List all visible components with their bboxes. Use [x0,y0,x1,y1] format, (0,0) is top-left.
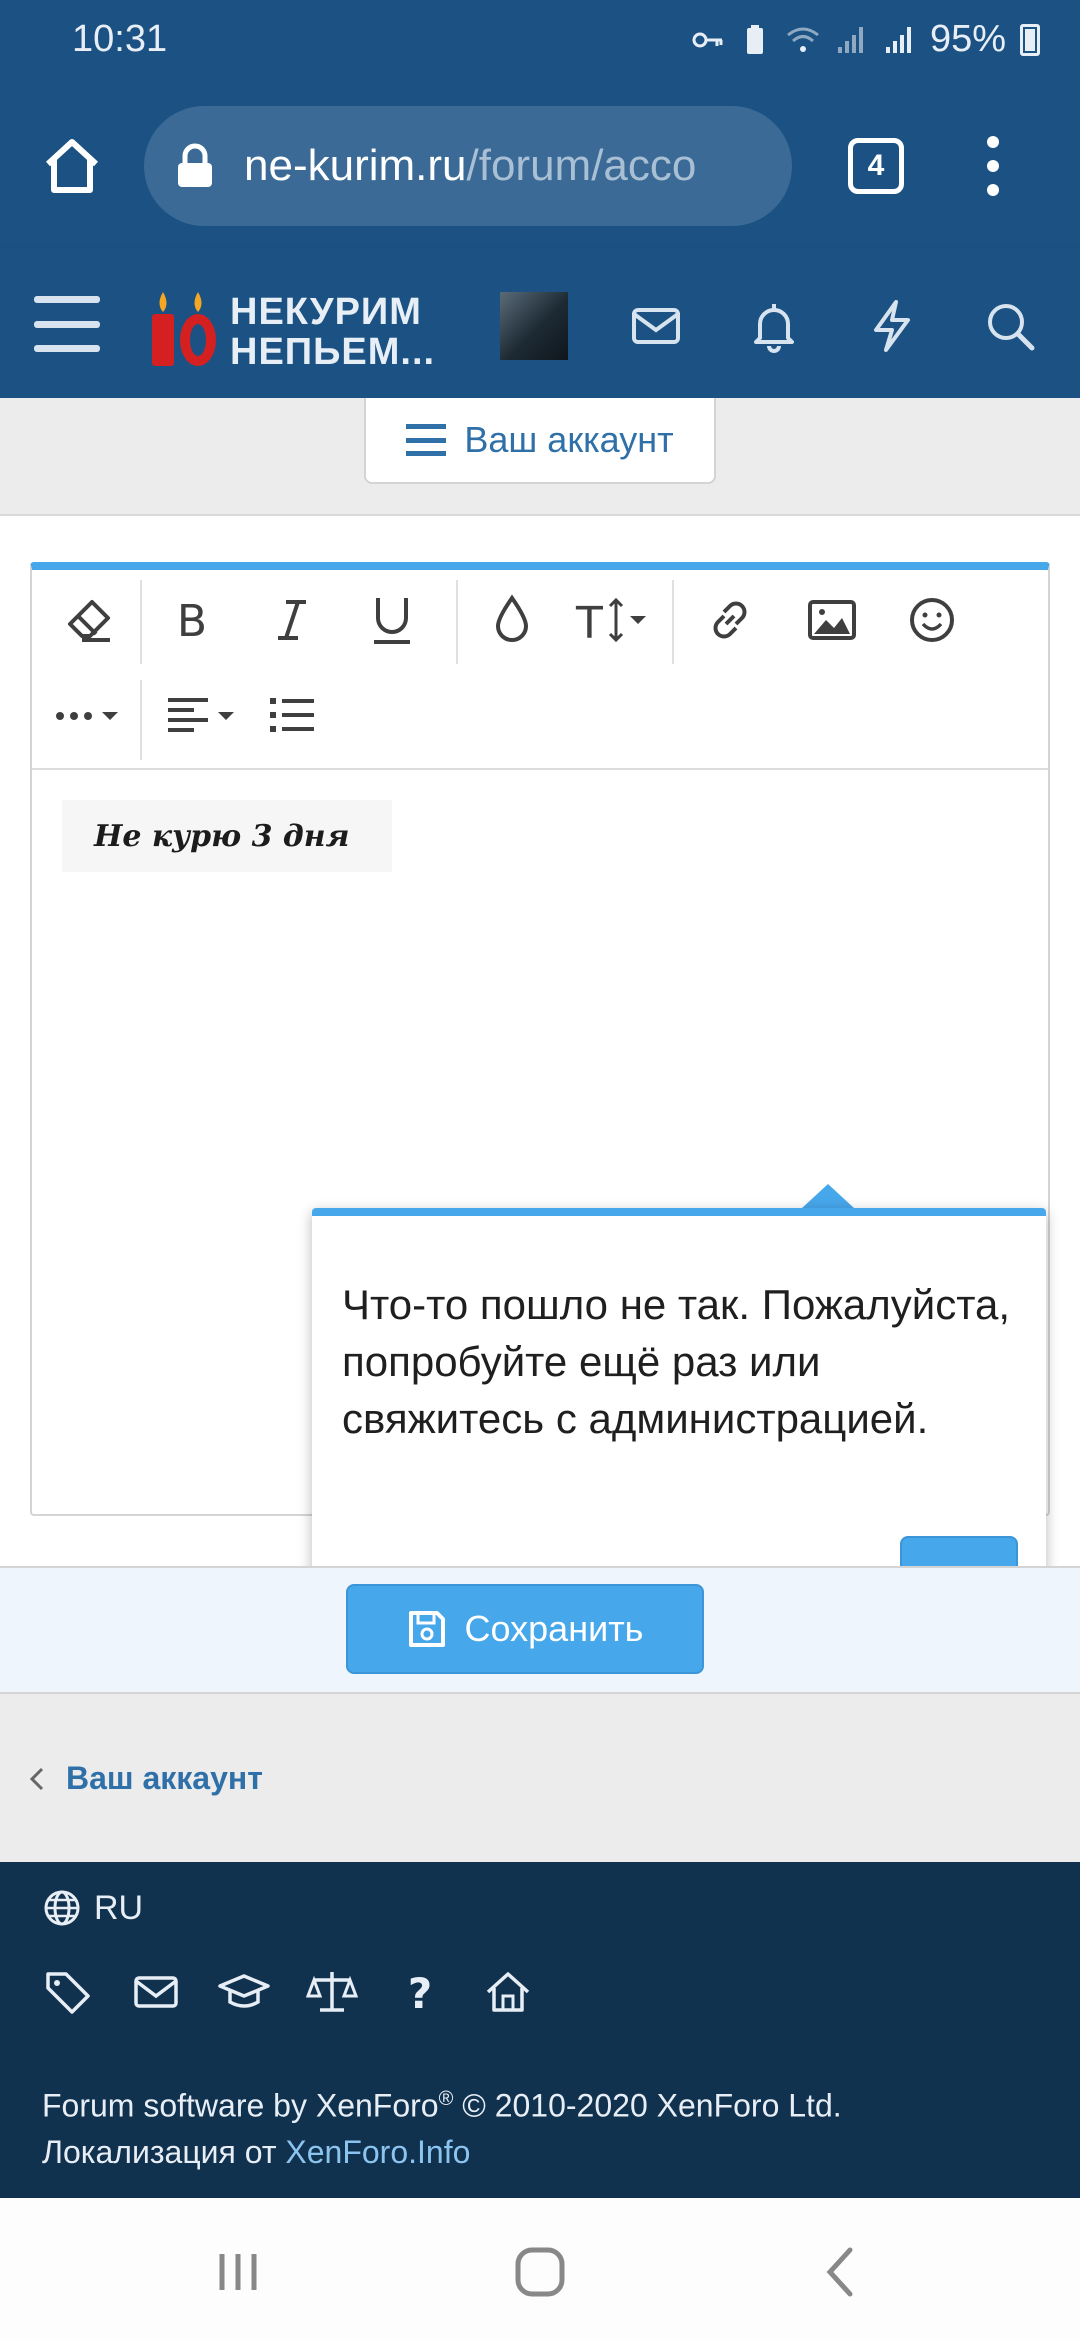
breadcrumb-label: Ваш аккаунт [66,1760,263,1796]
localization-line: Локализация от XenForo.Info [42,2129,842,2175]
wifi-icon [787,27,819,52]
chevron-left-icon [29,1767,44,1790]
site-footer: RU ? Forum software by XenForo® © 2010-2… [0,1862,1080,2198]
battery-icon [1020,23,1040,56]
back-nav-icon[interactable] [812,2242,872,2302]
signal-2-icon [885,26,911,53]
forum-header: НЕКУРИМ НЕПЬЕМ... [0,248,1080,398]
home-link-icon[interactable] [482,1966,534,2018]
localization-prefix: Локализация от [42,2133,286,2170]
user-avatar[interactable] [500,292,568,360]
bell-icon[interactable] [746,298,802,354]
language-code: RU [94,1888,144,1927]
account-nav-bar: Ваш аккаунт [0,398,1080,516]
breadcrumb-link[interactable]: Ваш аккаунт [28,1760,263,1797]
bolt-icon[interactable] [864,298,920,354]
more-options-icon[interactable] [50,684,130,744]
home-nav-icon[interactable] [510,2242,570,2302]
status-bar: 10:31 95% [0,0,1080,80]
italic-icon[interactable] [262,590,322,650]
site-logo[interactable]: НЕКУРИМ НЕПЬЕМ... [146,284,446,372]
contact-envelope-icon[interactable] [130,1966,182,2018]
url-host: ne-kurim.ru [244,141,467,190]
toolbar-separator [456,580,458,664]
toolbar-separator [140,680,142,760]
bulleted-list-icon[interactable] [262,684,322,744]
lock-icon [178,143,212,187]
url-path: /forum/acco [466,141,697,190]
system-nav-bar [0,2198,1080,2340]
status-icons: 95% [690,18,1040,61]
battery-percent: 95% [929,18,1006,60]
copyright-line: Forum software by XenForo® © 2010-2020 X… [42,2076,842,2129]
list-icon [406,424,447,456]
toolbar-separator [140,580,142,664]
recent-apps-icon[interactable] [208,2242,268,2302]
form-submit-bar: Сохранить [0,1566,1080,1694]
account-menu-label: Ваш аккаунт [464,419,674,460]
logo-line-1: НЕКУРИМ [230,291,422,333]
underline-icon[interactable] [362,590,422,650]
editor-toolbar: B T [32,570,1048,770]
browser-menu-button[interactable] [978,136,1008,196]
vpn-key-icon [692,32,723,47]
scales-icon[interactable] [306,1966,358,2018]
logo-text: НЕКУРИМ НЕПЬЕМ... [230,292,435,372]
svg-text:T: T [575,598,603,649]
popup-pointer [802,1184,854,1208]
main-content: B T Не курю 3 дня Что-то пошло не так. П… [0,516,1080,1654]
inserted-image-content: Не курю 3 дня [62,800,392,872]
link-icon[interactable] [700,590,760,650]
status-time: 10:31 [72,18,168,60]
font-size-icon[interactable]: T [572,590,662,650]
battery-saver-icon [746,24,763,54]
signal-icon [837,26,863,53]
home-icon[interactable] [40,134,104,198]
logo-line-2: НЕПЬЕМ... [230,331,436,373]
bold-icon[interactable]: B [162,590,222,650]
tab-count-button[interactable]: 4 [848,138,904,194]
align-icon[interactable] [160,684,244,744]
save-disk-icon [408,1611,445,1647]
registered-mark: ® [438,2088,454,2110]
graduation-cap-icon[interactable] [218,1966,270,2018]
hamburger-menu-icon[interactable] [34,296,100,352]
copyright-suffix: © 2010-2020 XenForo Ltd. [453,2087,842,2124]
save-button[interactable]: Сохранить [346,1584,704,1674]
footer-links: ? [42,1966,534,2018]
browser-chrome: 10:31 95% ne-kurim.ru/forum/acco 4 [0,0,1080,248]
url-text: ne-kurim.ru/forum/acco [244,141,696,191]
copyright-prefix: Forum software by XenForo [42,2087,439,2124]
search-icon[interactable] [982,298,1038,354]
copyright-text: Forum software by XenForo® © 2010-2020 X… [42,2076,842,2175]
error-message: Что-то пошло не так. Пожалуйста, попробу… [342,1281,1011,1442]
globe-icon [44,1890,80,1926]
eraser-icon[interactable] [60,590,120,650]
language-selector[interactable]: RU [42,1888,143,1928]
account-menu-button[interactable]: Ваш аккаунт [364,398,716,484]
smiley-icon[interactable] [902,590,962,650]
url-bar[interactable]: ne-kurim.ru/forum/acco [144,106,792,226]
save-label: Сохранить [464,1608,644,1649]
breadcrumb: Ваш аккаунт [0,1694,1080,1862]
image-icon[interactable] [802,590,862,650]
toolbar-separator [672,580,674,664]
svg-text:?: ? [408,1969,432,2018]
text-color-icon[interactable] [482,590,542,650]
tag-icon[interactable] [42,1966,94,2018]
help-icon[interactable]: ? [394,1966,446,2018]
candles-logo-icon [152,292,216,366]
svg-text:B: B [177,596,207,647]
envelope-icon[interactable] [628,298,684,354]
localization-link[interactable]: XenForo.Info [285,2134,470,2170]
